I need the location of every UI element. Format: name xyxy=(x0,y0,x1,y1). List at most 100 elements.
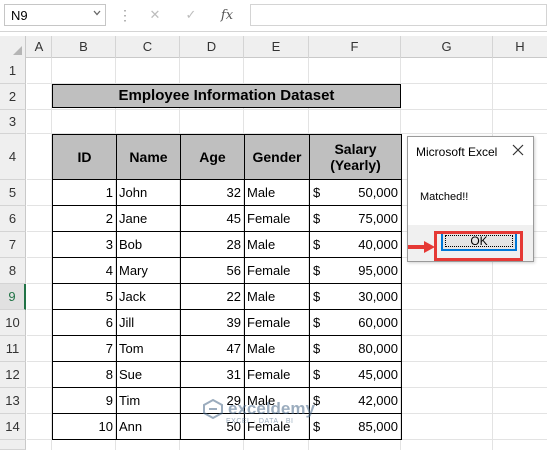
salary-value: 85,000 xyxy=(358,419,398,434)
cell-age[interactable]: 29 xyxy=(180,387,245,414)
cell-gender[interactable]: Female xyxy=(244,257,310,284)
cell-salary[interactable]: $40,000 xyxy=(309,231,402,258)
cell-salary[interactable]: $50,000 xyxy=(309,179,402,206)
row-header-9[interactable]: 9 xyxy=(0,284,26,310)
column-header-f[interactable]: F xyxy=(309,36,401,58)
row-header-8[interactable]: 8 xyxy=(0,258,26,284)
cell-id[interactable]: 9 xyxy=(52,387,117,414)
cell-age[interactable]: 47 xyxy=(180,335,245,362)
cell-salary[interactable]: $95,000 xyxy=(309,257,402,284)
cell-salary[interactable]: $60,000 xyxy=(309,309,402,336)
cell-age[interactable]: 22 xyxy=(180,283,245,310)
cell-age[interactable]: 39 xyxy=(180,309,245,336)
cell-id[interactable]: 1 xyxy=(52,179,117,206)
cell-name[interactable]: John xyxy=(116,179,181,206)
cell-name[interactable]: Bob xyxy=(116,231,181,258)
cell-gender[interactable]: Female xyxy=(244,309,310,336)
dataset-title[interactable]: Employee Information Dataset xyxy=(52,84,401,108)
row-header-13[interactable]: 13 xyxy=(0,388,26,414)
cell-age[interactable]: 31 xyxy=(180,361,245,388)
cell-gender[interactable]: Male xyxy=(244,283,310,310)
cell-name[interactable]: Jane xyxy=(116,205,181,232)
formula-bar: N9 ⋮ ✕ ✓ fx xyxy=(0,0,547,32)
insert-function-button[interactable]: fx xyxy=(216,4,238,26)
cell-gender[interactable]: Male xyxy=(244,231,310,258)
row-header-12[interactable]: 12 xyxy=(0,362,26,388)
column-header-a[interactable]: A xyxy=(27,36,52,58)
name-box-value: N9 xyxy=(11,8,28,23)
salary-value: 42,000 xyxy=(358,393,398,408)
cell-name[interactable]: Jack xyxy=(116,283,181,310)
cell-salary[interactable]: $42,000 xyxy=(309,387,402,414)
cell-gender[interactable]: Female xyxy=(244,413,310,440)
cell-salary[interactable]: $30,000 xyxy=(309,283,402,310)
row-header-4[interactable]: 4 xyxy=(0,134,26,180)
chevron-down-icon[interactable] xyxy=(93,9,101,17)
row-header-14[interactable]: 14 xyxy=(0,414,26,440)
row-header-2[interactable]: 2 xyxy=(0,84,26,110)
header-salary[interactable]: Salary (Yearly) xyxy=(309,134,402,180)
currency-symbol: $ xyxy=(313,211,321,226)
cell-id[interactable]: 10 xyxy=(52,413,117,440)
close-icon[interactable] xyxy=(511,143,525,157)
table-row: 1 John 32 Male $50,000 xyxy=(52,179,402,206)
row-header-10[interactable]: 10 xyxy=(0,310,26,336)
currency-symbol: $ xyxy=(313,237,321,252)
cell-age[interactable]: 56 xyxy=(180,257,245,284)
cell-id[interactable]: 8 xyxy=(52,361,117,388)
column-header-b[interactable]: B xyxy=(52,36,116,58)
formula-input[interactable] xyxy=(250,4,547,26)
column-header-d[interactable]: D xyxy=(180,36,244,58)
cell-gender[interactable]: Female xyxy=(244,361,310,388)
cell-gender[interactable]: Male xyxy=(244,335,310,362)
formula-bar-grip-icon[interactable]: ⋮ xyxy=(118,6,132,24)
cancel-icon[interactable]: ✕ xyxy=(144,4,166,26)
column-header-e[interactable]: E xyxy=(244,36,309,58)
cell-name[interactable]: Tim xyxy=(116,387,181,414)
table-row: 3 Bob 28 Male $40,000 xyxy=(52,231,402,258)
cell-name[interactable]: Tom xyxy=(116,335,181,362)
cell-salary[interactable]: $75,000 xyxy=(309,205,402,232)
table-row: 2 Jane 45 Female $75,000 xyxy=(52,205,402,232)
row-header-1[interactable]: 1 xyxy=(0,58,26,84)
cell-age[interactable]: 45 xyxy=(180,205,245,232)
select-all-button[interactable] xyxy=(0,36,26,58)
header-gender[interactable]: Gender xyxy=(244,134,310,180)
column-header-g[interactable]: G xyxy=(401,36,493,58)
header-name[interactable]: Name xyxy=(116,134,181,180)
cell-age[interactable]: 32 xyxy=(180,179,245,206)
cell-gender[interactable]: Male xyxy=(244,179,310,206)
name-box[interactable]: N9 xyxy=(4,4,106,26)
cell-gender[interactable]: Male xyxy=(244,387,310,414)
cell-salary[interactable]: $80,000 xyxy=(309,335,402,362)
column-header-h[interactable]: H xyxy=(493,36,547,58)
cell-id[interactable]: 3 xyxy=(52,231,117,258)
row-header-5[interactable]: 5 xyxy=(0,180,26,206)
currency-symbol: $ xyxy=(313,289,321,304)
cell-salary[interactable]: $45,000 xyxy=(309,361,402,388)
currency-symbol: $ xyxy=(313,185,321,200)
row-header-15[interactable] xyxy=(0,440,26,450)
cell-id[interactable]: 6 xyxy=(52,309,117,336)
enter-icon[interactable]: ✓ xyxy=(180,4,202,26)
header-id[interactable]: ID xyxy=(52,134,117,180)
row-header-7[interactable]: 7 xyxy=(0,232,26,258)
cell-name[interactable]: Sue xyxy=(116,361,181,388)
row-header-11[interactable]: 11 xyxy=(0,336,26,362)
cell-id[interactable]: 4 xyxy=(52,257,117,284)
currency-symbol: $ xyxy=(313,263,321,278)
cell-id[interactable]: 7 xyxy=(52,335,117,362)
cell-name[interactable]: Ann xyxy=(116,413,181,440)
cell-age[interactable]: 28 xyxy=(180,231,245,258)
cell-id[interactable]: 2 xyxy=(52,205,117,232)
cell-age[interactable]: 50 xyxy=(180,413,245,440)
row-header-6[interactable]: 6 xyxy=(0,206,26,232)
cell-gender[interactable]: Female xyxy=(244,205,310,232)
cell-name[interactable]: Mary xyxy=(116,257,181,284)
cell-id[interactable]: 5 xyxy=(52,283,117,310)
column-header-c[interactable]: C xyxy=(116,36,180,58)
row-header-3[interactable]: 3 xyxy=(0,110,26,134)
cell-name[interactable]: Jill xyxy=(116,309,181,336)
cell-salary[interactable]: $85,000 xyxy=(309,413,402,440)
header-age[interactable]: Age xyxy=(180,134,245,180)
